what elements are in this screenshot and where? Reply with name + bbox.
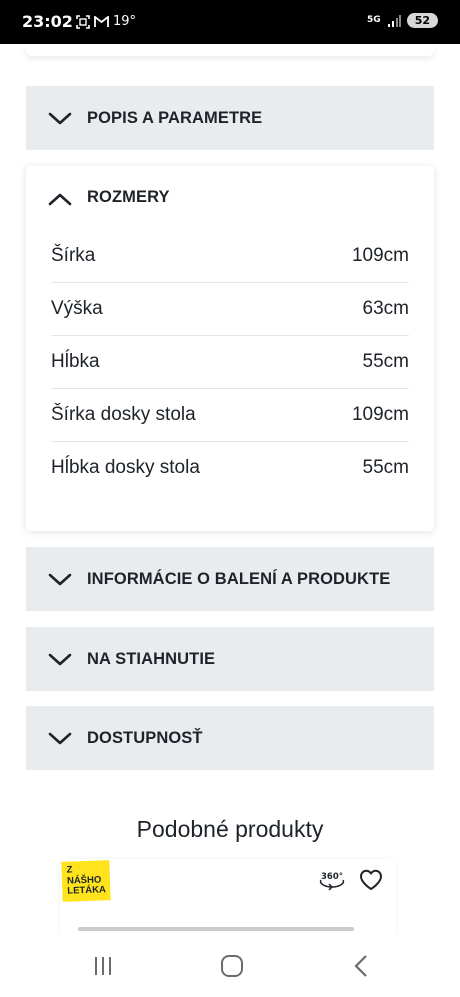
view-360-label: 360° [321,872,343,882]
signal-icon [387,14,401,27]
dimension-value: 109cm [351,245,409,266]
heart-icon[interactable] [358,868,384,892]
chevron-down-icon [48,573,72,586]
accordion-title: POPIS A PARAMETRE [87,108,263,127]
badge-line: LETÁKA [67,884,107,897]
accordion-title: DOSTUPNOSŤ [87,728,203,747]
dimension-value: 109cm [351,404,409,425]
dimension-value: 55cm [362,457,409,478]
back-icon[interactable] [346,953,376,979]
system-navigation-bar [0,937,460,997]
status-bar: 23:02 19° 5G 52 [0,0,460,44]
clock: 23:02 [22,12,73,31]
dimension-row: Výška 63cm [51,283,409,336]
similar-products-title: Podobné produkty [136,816,324,842]
accordion-title[interactable]: ROZMERY [87,188,170,207]
network-type: 5G [367,15,381,25]
dimension-label: Šírka dosky stola [51,404,196,425]
dimension-row: Hĺbka dosky stola 55cm [51,442,409,495]
accordion-rozmery: ROZMERY Šírka 109cm Výška 63cm Hĺbka 55c… [26,166,434,531]
system-icons: 5G 52 [367,13,438,28]
battery-level: 52 [406,13,438,28]
chevron-down-icon [48,112,72,125]
leaflet-badge: Z NÁŠHO LETÁKA [61,860,111,902]
accordion-title: INFORMÁCIE O BALENÍ A PRODUKTE [87,569,391,588]
gmail-icon [94,15,109,27]
recent-apps-icon[interactable] [88,953,118,979]
dimension-value: 63cm [362,298,409,319]
view-360-icon[interactable]: 360° [318,869,346,893]
temperature: 19° [113,14,137,29]
chevron-down-icon [48,653,72,666]
dimension-row: Šírka dosky stola 109cm [51,389,409,442]
dimension-label: Šírka [51,245,96,266]
dimension-label: Hĺbka dosky stola [51,457,200,478]
accordion-stiahnutie[interactable]: NA STIAHNUTIE [26,627,434,691]
accordion-popis[interactable]: POPIS A PARAMETRE [26,86,434,150]
dimension-label: Hĺbka [51,351,100,372]
chevron-down-icon [48,732,72,745]
dimension-label: Výška [51,298,103,319]
product-card[interactable]: Z NÁŠHO LETÁKA 360° [60,859,396,937]
home-icon[interactable] [217,953,247,979]
notification-icons: 19° [76,14,136,29]
dimension-row: Šírka 109cm [51,230,409,283]
dimension-value: 55cm [362,351,409,372]
product-image-edge [78,927,354,931]
accordion-dostupnost[interactable]: DOSTUPNOSŤ [26,706,434,770]
screenshot-icon [76,14,90,29]
accordion-title: NA STIAHNUTIE [87,649,216,668]
chevron-up-icon[interactable] [48,189,72,209]
accordion-balenie[interactable]: INFORMÁCIE O BALENÍ A PRODUKTE [26,547,434,611]
previous-card-bottom [26,44,434,56]
dimension-row: Hĺbka 55cm [51,336,409,389]
